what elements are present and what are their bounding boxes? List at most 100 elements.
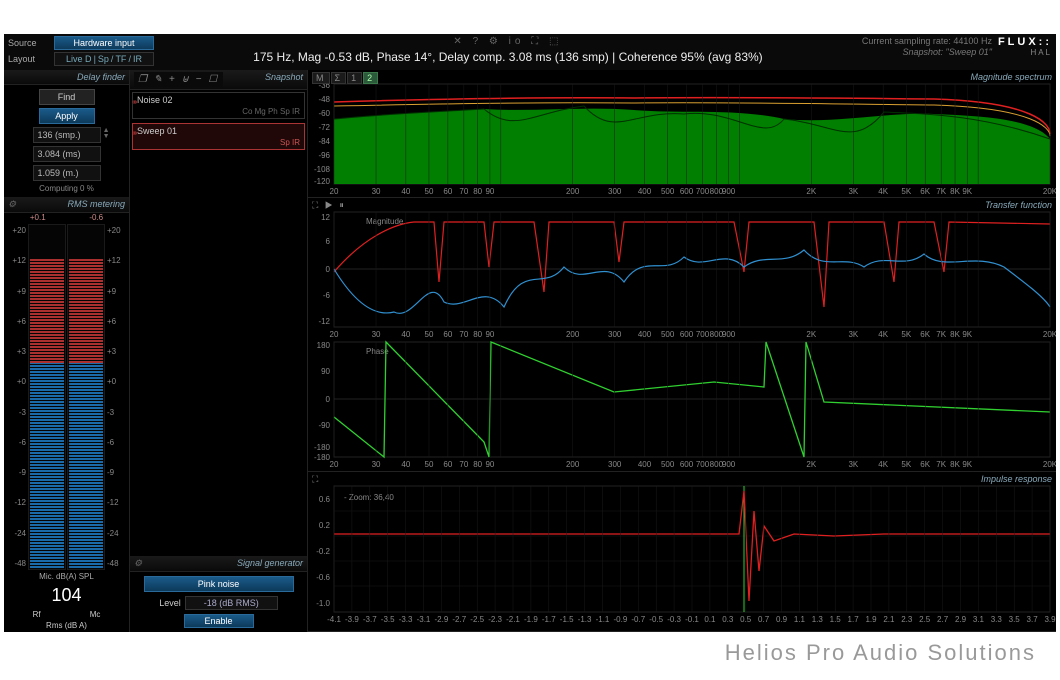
svg-text:0.1: 0.1: [704, 615, 716, 624]
source-select[interactable]: Hardware input: [54, 36, 154, 50]
svg-text:80: 80: [473, 330, 482, 339]
svg-text:3.3: 3.3: [991, 615, 1003, 624]
svg-text:8K: 8K: [950, 460, 960, 469]
svg-text:8K: 8K: [950, 330, 960, 339]
level-value[interactable]: -18 (dB RMS): [185, 596, 278, 610]
svg-text:3.5: 3.5: [1009, 615, 1021, 624]
svg-text:5K: 5K: [901, 330, 911, 339]
layout-segments[interactable]: Live D|Sp/TF/IR: [54, 52, 154, 66]
svg-text:30: 30: [372, 187, 381, 196]
svg-text:0.6: 0.6: [319, 495, 331, 504]
svg-text:600: 600: [680, 330, 694, 339]
apply-button[interactable]: Apply: [39, 108, 95, 124]
noise-type-select[interactable]: Pink noise: [144, 576, 294, 592]
zoom-label: - Zoom: 36,40: [344, 493, 394, 502]
transfer-tools[interactable]: ⛶ ▶ ⏸: [312, 200, 346, 211]
transfer-title: Transfer function: [985, 200, 1052, 210]
svg-text:-0.2: -0.2: [316, 547, 330, 556]
svg-text:-0.9: -0.9: [614, 615, 628, 624]
peak-right: -0.6: [89, 213, 103, 222]
mag-spectrum-title: Magnitude spectrum: [970, 72, 1052, 82]
delay-finder-header: Delay finder: [4, 70, 129, 85]
svg-text:-1.7: -1.7: [542, 615, 556, 624]
svg-text:400: 400: [638, 187, 652, 196]
svg-text:20K: 20K: [1043, 330, 1056, 339]
impulse-response-graph[interactable]: ⛶ Impulse response - Zoom: 36,40: [308, 472, 1056, 632]
link-icon: ⚭: [131, 128, 139, 139]
svg-text:20K: 20K: [1043, 187, 1056, 196]
link-icon: ⚭: [131, 97, 139, 108]
svg-text:-1.9: -1.9: [524, 615, 538, 624]
magnitude-spectrum-graph[interactable]: MΣ12 Magnitude spectrum: [308, 70, 1056, 198]
svg-text:700: 700: [696, 460, 710, 469]
svg-text:6K: 6K: [920, 460, 930, 469]
svg-text:9K: 9K: [962, 460, 972, 469]
svg-text:-108: -108: [314, 165, 331, 174]
svg-text:900: 900: [722, 330, 736, 339]
sampling-rate: Current sampling rate: 44100 Hz: [862, 36, 992, 46]
meter-scale-left: +20+12+9+6+3+0-3-6-9-12-24-48: [8, 224, 26, 570]
svg-text:50: 50: [425, 330, 434, 339]
svg-text:-1.0: -1.0: [316, 599, 330, 608]
spl-label: Mic. dB(A) SPL: [4, 572, 129, 581]
svg-text:20K: 20K: [1043, 460, 1056, 469]
delay-smp[interactable]: 136 (smp.)▲▼: [33, 127, 101, 143]
delay-m[interactable]: 1.059 (m.): [33, 165, 101, 181]
svg-text:30: 30: [372, 330, 381, 339]
svg-text:500: 500: [661, 460, 675, 469]
svg-text:-0.3: -0.3: [667, 615, 681, 624]
svg-text:400: 400: [638, 330, 652, 339]
svg-text:300: 300: [608, 460, 622, 469]
transfer-function-graph[interactable]: ⛶ ▶ ⏸ Transfer function Magnitude 1260-6…: [308, 198, 1056, 472]
svg-text:-72: -72: [318, 123, 330, 132]
find-button[interactable]: Find: [39, 89, 95, 105]
svg-text:1.3: 1.3: [812, 615, 824, 624]
svg-text:80: 80: [473, 460, 482, 469]
svg-text:-3.3: -3.3: [399, 615, 413, 624]
svg-text:-1.1: -1.1: [596, 615, 610, 624]
svg-text:1.1: 1.1: [794, 615, 806, 624]
topbar-icons[interactable]: ✕ ? ⚙ io ⛶ ⬚: [453, 36, 562, 47]
svg-text:3K: 3K: [848, 460, 858, 469]
svg-text:-3.9: -3.9: [345, 615, 359, 624]
svg-text:-180: -180: [314, 453, 331, 462]
svg-text:700: 700: [696, 330, 710, 339]
impulse-title: Impulse response: [981, 474, 1052, 484]
svg-text:70: 70: [459, 187, 468, 196]
svg-text:2.7: 2.7: [937, 615, 949, 624]
svg-text:200: 200: [566, 187, 580, 196]
svg-text:0.2: 0.2: [319, 521, 331, 530]
impulse-tools[interactable]: ⛶: [312, 474, 320, 485]
svg-text:180: 180: [317, 341, 331, 350]
svg-text:9K: 9K: [962, 330, 972, 339]
svg-text:-3.5: -3.5: [381, 615, 395, 624]
svg-text:400: 400: [638, 460, 652, 469]
delay-ms[interactable]: 3.084 (ms): [33, 146, 101, 162]
svg-text:6K: 6K: [920, 187, 930, 196]
computing-status: Computing 0 %: [39, 184, 94, 193]
snapshot-tools[interactable]: ❐ ✎ + ⊎ − ☐: [134, 72, 223, 87]
svg-text:5K: 5K: [901, 460, 911, 469]
svg-text:20: 20: [330, 460, 339, 469]
svg-text:7K: 7K: [936, 330, 946, 339]
ch-mc: Mc: [90, 610, 101, 619]
enable-button[interactable]: Enable: [184, 614, 254, 628]
svg-text:12: 12: [321, 213, 330, 222]
svg-text:1.5: 1.5: [830, 615, 842, 624]
svg-text:3.7: 3.7: [1027, 615, 1039, 624]
rms-header: ⚙RMS metering: [4, 197, 129, 213]
snapshot-item[interactable]: ⚭ Noise 02 Co Mg Ph Sp IR: [132, 92, 305, 119]
mag-spectrum-tools[interactable]: MΣ12: [312, 72, 379, 84]
snapshot-indicator: Snapshot: "Sweep 01": [903, 47, 992, 57]
svg-text:500: 500: [661, 187, 675, 196]
snapshot-item[interactable]: ⚭ Sweep 01 Sp IR: [132, 123, 305, 150]
svg-text:7K: 7K: [936, 187, 946, 196]
svg-text:-12: -12: [318, 317, 330, 326]
svg-text:2.1: 2.1: [883, 615, 895, 624]
meter-scale-right: +20+12+9+6+3+0-3-6-9-12-24-48: [107, 224, 125, 570]
svg-text:-180: -180: [314, 443, 331, 452]
svg-text:2.3: 2.3: [901, 615, 913, 624]
svg-text:3K: 3K: [848, 187, 858, 196]
svg-text:6K: 6K: [920, 330, 930, 339]
svg-text:-3.7: -3.7: [363, 615, 377, 624]
